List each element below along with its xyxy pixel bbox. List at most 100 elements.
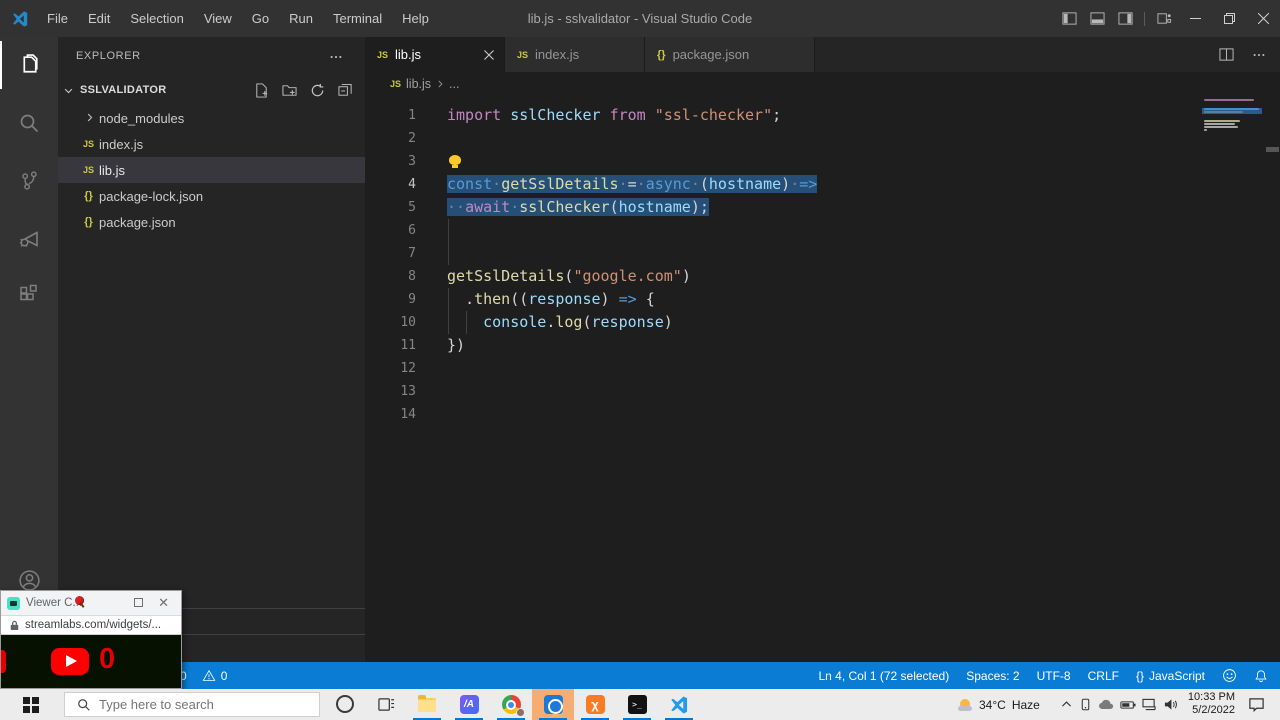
activity-explorer-icon[interactable] xyxy=(0,41,58,89)
taskbar-search[interactable] xyxy=(64,692,320,717)
indent-guide xyxy=(448,311,449,334)
activity-run-debug-icon[interactable] xyxy=(0,214,58,262)
taskbar-app-xampp[interactable]: χ xyxy=(574,689,616,720)
breadcrumb-more[interactable]: ... xyxy=(449,77,459,91)
taskbar-app-chrome[interactable] xyxy=(490,689,532,720)
warning-icon xyxy=(202,669,216,682)
file-tree-item-node-modules[interactable]: node_modules xyxy=(58,105,365,131)
menu-item-file[interactable]: File xyxy=(37,0,78,37)
eol-status[interactable]: CRLF xyxy=(1088,669,1119,683)
lightbulb-icon[interactable] xyxy=(449,155,461,165)
feedback-icon[interactable] xyxy=(1222,668,1237,683)
task-view-icon[interactable] xyxy=(378,696,395,713)
battery-icon[interactable] xyxy=(1120,699,1136,711)
code-line[interactable]: 12 xyxy=(365,357,1280,380)
breadcrumb[interactable]: JS lib.js ... xyxy=(365,72,1280,96)
code-line[interactable]: 2 xyxy=(365,127,1280,150)
menu-item-selection[interactable]: Selection xyxy=(120,0,193,37)
minimap-line xyxy=(1204,99,1254,101)
indent-guide xyxy=(448,288,449,311)
taskbar-app-cmd[interactable]: >_ xyxy=(616,689,658,720)
file-tree-item-package-json[interactable]: {}package.json xyxy=(58,209,365,235)
code-line[interactable]: 4const·getSslDetails·=·async·(hostname)·… xyxy=(365,173,1280,196)
speaker-icon[interactable] xyxy=(1163,698,1178,711)
line-number: 6 xyxy=(365,219,447,242)
code-token: hostname xyxy=(619,198,691,216)
toggle-sidebar-icon[interactable] xyxy=(1055,0,1083,37)
popup-address-bar[interactable]: streamlabs.com/widgets/... xyxy=(1,615,181,635)
new-folder-icon[interactable] xyxy=(282,83,297,98)
start-button[interactable] xyxy=(0,689,62,720)
search-input[interactable] xyxy=(99,697,289,712)
menu-item-go[interactable]: Go xyxy=(242,0,279,37)
code-line[interactable]: 6 xyxy=(365,219,1280,242)
weather-condition[interactable]: Haze xyxy=(1012,698,1040,712)
customize-layout-icon[interactable] xyxy=(1150,0,1178,37)
network-icon[interactable] xyxy=(1142,698,1157,711)
code-token xyxy=(637,290,646,308)
refresh-icon[interactable] xyxy=(310,83,325,98)
code-line[interactable]: 10 console.log(response) xyxy=(365,311,1280,334)
editor-more-actions-icon[interactable] xyxy=(1252,48,1266,62)
popup-titlebar[interactable]: Viewer C... ✕ xyxy=(1,591,181,615)
minimap[interactable] xyxy=(1202,99,1264,169)
taskbar-app-file-explorer[interactable] xyxy=(406,689,448,720)
cursor-position[interactable]: Ln 4, Col 1 (72 selected) xyxy=(818,669,949,683)
menu-item-terminal[interactable]: Terminal xyxy=(323,0,392,37)
pin-icon[interactable] xyxy=(75,596,86,607)
file-tree-item-lib-js[interactable]: JSlib.js xyxy=(58,157,365,183)
menu-item-view[interactable]: View xyxy=(194,0,242,37)
hidden-icons-chevron-icon[interactable] xyxy=(1060,698,1073,711)
code-line[interactable]: 8getSslDetails("google.com") xyxy=(365,265,1280,288)
indentation-status[interactable]: Spaces: 2 xyxy=(966,669,1019,683)
file-tree-item-package-lock-json[interactable]: {}package-lock.json xyxy=(58,183,365,209)
code-line[interactable]: 14 xyxy=(365,403,1280,426)
taskbar-app-app-a[interactable]: /A xyxy=(448,689,490,720)
split-editor-icon[interactable] xyxy=(1219,47,1234,62)
cortana-icon[interactable] xyxy=(336,695,354,713)
activity-extensions-icon[interactable] xyxy=(0,271,58,319)
tab-index-js[interactable]: JSindex.js xyxy=(505,37,645,72)
code-line[interactable]: 1import sslChecker from "ssl-checker"; xyxy=(365,104,1280,127)
encoding-status[interactable]: UTF-8 xyxy=(1037,669,1071,683)
weather-icon[interactable] xyxy=(958,697,973,712)
code-line[interactable]: 5··await·sslChecker(hostname); xyxy=(365,196,1280,219)
explorer-more-actions-icon[interactable] xyxy=(329,50,343,64)
taskbar-clock[interactable]: 10:33 PM 5/2/2022 xyxy=(1185,691,1235,717)
close-button[interactable] xyxy=(1246,0,1280,37)
popup-maximize-icon[interactable] xyxy=(134,598,143,607)
activity-search-icon[interactable] xyxy=(0,99,58,147)
taskbar-app-vscode[interactable] xyxy=(658,689,700,720)
toggle-panel-icon[interactable] xyxy=(1083,0,1111,37)
collapse-all-icon[interactable] xyxy=(338,83,353,98)
code-line[interactable]: 3 xyxy=(365,150,1280,173)
code-line[interactable]: 9 .then((response) => { xyxy=(365,288,1280,311)
restore-button[interactable] xyxy=(1212,0,1246,37)
code-line[interactable]: 7 xyxy=(365,242,1280,265)
activity-source-control-icon[interactable] xyxy=(0,156,58,204)
menu-item-run[interactable]: Run xyxy=(279,0,323,37)
code-line[interactable]: 13 xyxy=(365,380,1280,403)
breadcrumb-file[interactable]: lib.js xyxy=(406,77,431,91)
folder-section-header[interactable]: SSLVALIDATOR xyxy=(58,79,365,103)
weather-temperature[interactable]: 34°C xyxy=(979,698,1006,712)
tab-lib-js[interactable]: JSlib.js xyxy=(365,37,505,72)
toggle-secondary-sidebar-icon[interactable] xyxy=(1111,0,1139,37)
file-tree-item-index-js[interactable]: JSindex.js xyxy=(58,131,365,157)
action-center-icon[interactable] xyxy=(1248,696,1265,713)
menu-item-help[interactable]: Help xyxy=(392,0,439,37)
menu-item-edit[interactable]: Edit xyxy=(78,0,120,37)
code-area[interactable]: 1import sslChecker from "ssl-checker";23… xyxy=(365,96,1280,662)
new-file-icon[interactable] xyxy=(254,83,269,98)
onedrive-cloud-icon[interactable] xyxy=(1098,698,1114,711)
code-line[interactable]: 11}) xyxy=(365,334,1280,357)
taskbar-app-streamlabs[interactable] xyxy=(532,689,574,720)
popup-close-icon[interactable]: ✕ xyxy=(158,595,169,611)
tab-package-json[interactable]: {}package.json xyxy=(645,37,815,72)
notifications-bell-icon[interactable] xyxy=(1254,669,1268,683)
close-tab-icon[interactable] xyxy=(484,50,494,60)
language-status[interactable]: {} JavaScript xyxy=(1136,669,1205,683)
phone-link-icon[interactable] xyxy=(1079,698,1092,711)
code-token: · xyxy=(637,175,646,193)
minimize-button[interactable] xyxy=(1178,0,1212,37)
